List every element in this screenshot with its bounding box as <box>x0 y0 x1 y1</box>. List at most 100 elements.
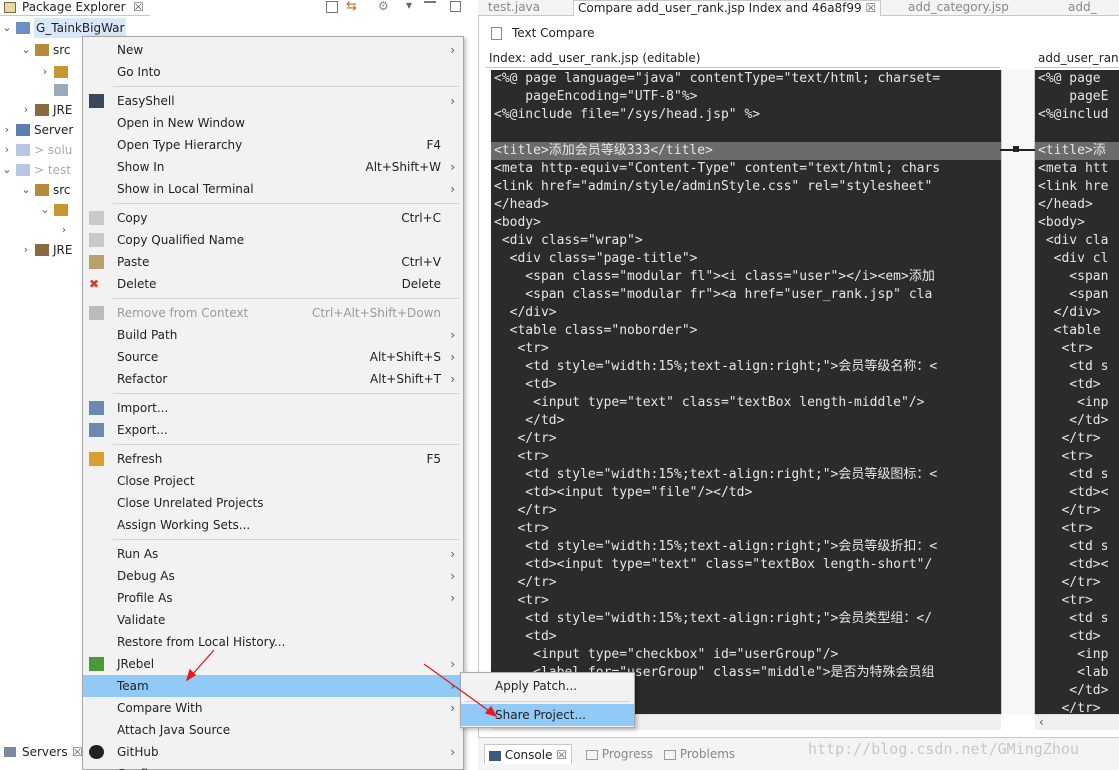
menu-item-refresh[interactable]: Refresh F5 <box>83 448 463 470</box>
tree-item[interactable]: ⌄ > test <box>0 160 82 180</box>
menu-item-apply-patch[interactable]: Apply Patch... <box>461 675 634 697</box>
chevron-right-icon[interactable]: › <box>21 100 31 120</box>
chevron-right-icon[interactable]: › <box>21 240 31 260</box>
menu-item-copy-qualified-name[interactable]: Copy Qualified Name <box>83 229 463 251</box>
chevron-down-icon[interactable]: ▾ <box>406 0 412 12</box>
menu-item-jrebel[interactable]: JRebel › <box>83 653 463 675</box>
code-line: <span <box>1038 269 1109 284</box>
right-code-pane[interactable]: <%@ page pageE <%@includ <title>添 <meta htt… <box>1035 70 1119 714</box>
menu-item-config[interactable]: Config › <box>83 763 463 770</box>
menu-item-team[interactable]: Team › <box>83 675 463 697</box>
chevron-right-icon[interactable]: › <box>2 120 12 140</box>
menu-item-debug-as[interactable]: Debug As › <box>83 565 463 587</box>
tab-console[interactable]: Console ☒ <box>484 744 573 764</box>
collapse-all-icon[interactable] <box>326 1 338 13</box>
chevron-down-icon[interactable]: ⌄ <box>2 18 12 38</box>
chevron-right-icon[interactable]: › <box>59 220 69 240</box>
tree-item[interactable]: › <box>0 220 82 240</box>
menu-item-source[interactable]: Source Alt+Shift+S › <box>83 346 463 368</box>
tab-test-java[interactable]: test.java <box>488 0 540 16</box>
tree-item[interactable]: › Server <box>0 120 82 140</box>
menu-item-compare-with[interactable]: Compare With › <box>83 697 463 719</box>
menu-separator <box>465 701 630 702</box>
servers-tab[interactable]: Servers ☒ <box>0 742 90 762</box>
tree-item[interactable]: ⌄ src <box>0 180 82 200</box>
menu-item-close-unrelated-projects[interactable]: Close Unrelated Projects <box>83 492 463 514</box>
menu-item-refactor[interactable]: Refactor Alt+Shift+T › <box>83 368 463 390</box>
link-editor-icon[interactable]: ⇆ <box>346 0 357 14</box>
chevron-down-icon[interactable]: ⌄ <box>21 40 31 60</box>
team-submenu: Apply Patch... Share Project... <box>460 672 635 728</box>
package-explorer-tab[interactable]: Package Explorer ☒ <box>0 0 150 16</box>
close-icon[interactable]: ☒ <box>866 1 877 15</box>
code-line: <title>添 <box>1035 142 1119 160</box>
menu-item-share-project[interactable]: Share Project... <box>461 704 634 726</box>
scroll-left-icon[interactable]: ‹ <box>1039 715 1044 729</box>
tree-item[interactable]: ⌄ G_TainkBigWar <box>0 18 127 38</box>
tree-item-label: Server <box>34 123 74 137</box>
menu-item-show-in-local-terminal[interactable]: Show in Local Terminal › <box>83 178 463 200</box>
menu-item-profile-as[interactable]: Profile As › <box>83 587 463 609</box>
code-line: <link href="admin/style/adminStyle.css" … <box>494 179 933 194</box>
menu-item-build-path[interactable]: Build Path › <box>83 324 463 346</box>
maximize-icon[interactable] <box>450 1 461 12</box>
tree-item[interactable]: ⌄ <box>0 200 82 220</box>
tab-problems[interactable]: Problems <box>664 744 735 764</box>
tab-compare[interactable]: Compare add_user_rank.jsp Index and 46a8… <box>573 0 882 16</box>
menu-item-run-as[interactable]: Run As › <box>83 543 463 565</box>
code-line: <body> <box>494 215 541 230</box>
code-line: </tr> <box>494 575 557 590</box>
refresh-icon <box>89 452 104 466</box>
code-line: <table <box>1038 323 1101 338</box>
chevron-down-icon[interactable]: ⌄ <box>21 180 31 200</box>
tab-add-category[interactable]: add_category.jsp <box>908 0 1009 16</box>
code-line: </head> <box>494 197 549 212</box>
menu-item-restore-from-local-history[interactable]: Restore from Local History... <box>83 631 463 653</box>
minimize-icon[interactable] <box>424 1 436 3</box>
chevron-right-icon[interactable]: › <box>2 140 12 160</box>
menu-item-attach-java-source[interactable]: Attach Java Source <box>83 719 463 741</box>
chevron-right-icon[interactable]: › <box>40 62 50 82</box>
menu-item-easyshell[interactable]: EasyShell › <box>83 90 463 112</box>
tree-item[interactable]: › > solu <box>0 140 82 160</box>
folder-icon <box>16 124 30 136</box>
left-code-pane[interactable]: <%@ page language="java" contentType="te… <box>491 70 1001 714</box>
menu-item-paste[interactable]: Paste Ctrl+V <box>83 251 463 273</box>
right-horizontal-scrollbar[interactable]: ‹ <box>1035 714 1119 730</box>
menu-item-new[interactable]: New › <box>83 39 463 61</box>
chevron-right-icon: › <box>450 547 455 561</box>
tab-progress[interactable]: Progress <box>586 744 653 764</box>
menu-item-delete[interactable]: ✖ Delete Delete <box>83 273 463 295</box>
menu-item-open-in-new-window[interactable]: Open in New Window <box>83 112 463 134</box>
context-menu: New › Go Into EasyShell › Open in New Window O… <box>82 36 464 770</box>
menu-item-open-type-hierarchy[interactable]: Open Type Hierarchy F4 <box>83 134 463 156</box>
tree-item[interactable]: ⌄ src <box>0 40 82 60</box>
close-icon[interactable]: ☒ <box>133 0 144 14</box>
menu-item-validate[interactable]: Validate <box>83 609 463 631</box>
copy-icon <box>89 211 104 225</box>
tree-item[interactable]: › JRE <box>0 100 82 120</box>
view-menu-icon[interactable]: ⚙ <box>378 0 389 13</box>
tree-item[interactable] <box>0 80 82 100</box>
chevron-down-icon[interactable]: ⌄ <box>2 160 12 180</box>
code-line: <td s <box>1038 611 1109 626</box>
chevron-right-icon: › <box>450 701 455 715</box>
menu-item-import[interactable]: Import... <box>83 397 463 419</box>
tree-item[interactable]: › JRE <box>0 240 82 260</box>
menu-item-close-project[interactable]: Close Project <box>83 470 463 492</box>
menu-item-github[interactable]: GitHub › <box>83 741 463 763</box>
menu-item-remove-from-context[interactable]: Remove from Context Ctrl+Alt+Shift+Down <box>83 302 463 324</box>
menu-item-assign-working-sets[interactable]: Assign Working Sets... <box>83 514 463 536</box>
tab-add[interactable]: add_ <box>1068 0 1097 16</box>
code-line: <td style="width:15%;text-align:right;">… <box>494 611 933 626</box>
menu-item-export[interactable]: Export... <box>83 419 463 441</box>
menu-item-copy[interactable]: Copy Ctrl+C <box>83 207 463 229</box>
code-line: <td> <box>1038 377 1101 392</box>
menu-item-go-into[interactable]: Go Into <box>83 61 463 83</box>
menu-item-show-in[interactable]: Show In Alt+Shift+W › <box>83 156 463 178</box>
code-line: <div cl <box>1038 251 1109 266</box>
chevron-down-icon[interactable]: ⌄ <box>40 200 50 220</box>
tree-item[interactable]: › <box>0 62 82 82</box>
close-icon[interactable]: ☒ <box>556 748 567 762</box>
menu-item-label: Assign Working Sets... <box>117 518 251 532</box>
